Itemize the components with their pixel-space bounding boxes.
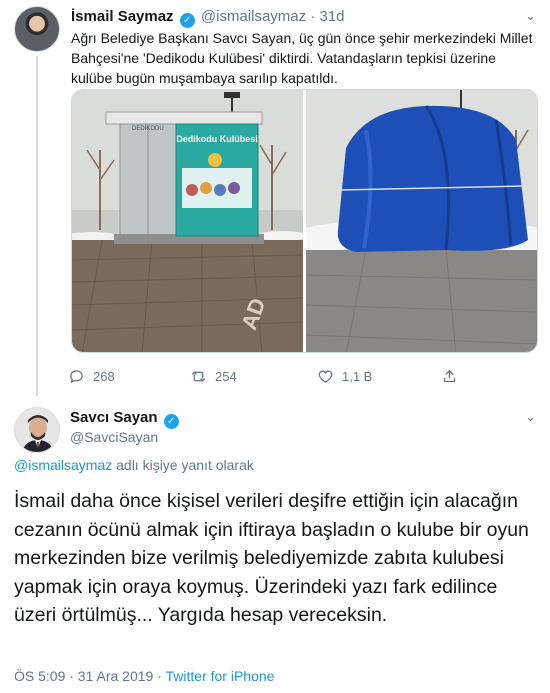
thread-line — [36, 56, 38, 396]
photo-covered-kiosk[interactable] — [306, 90, 537, 352]
chevron-down-icon[interactable]: ⌄ — [525, 409, 536, 425]
retweet-count: 254 — [215, 369, 237, 384]
timestamp[interactable]: ÖS 5:09 · 31 Ara 2019 · — [14, 668, 166, 684]
separator: · — [310, 8, 316, 25]
main-tweet: Savcı Sayan ✓ @SavciSayan ⌄ @ismailsayma… — [0, 395, 550, 693]
tweet-text: Ağrı Belediye Başkanı Savcı Sayan, üç gü… — [71, 30, 533, 86]
tweet-media[interactable]: DEDİKODU Dedikodu Kulübesi AD — [71, 89, 538, 353]
share-icon — [443, 369, 456, 383]
share-button[interactable] — [441, 368, 458, 385]
replying-to: @ismailsaymaz adlı kişiye yanıt olarak — [14, 457, 254, 473]
heart-icon — [318, 370, 333, 383]
tarp-image — [306, 90, 537, 352]
avatar[interactable] — [14, 407, 60, 453]
reply-count: 268 — [93, 369, 115, 384]
avatar[interactable] — [14, 6, 60, 52]
retweet-icon — [191, 371, 206, 382]
author-name[interactable]: Savcı Sayan ✓ — [70, 409, 181, 429]
reply-suffix: adlı kişiye yanıt olarak — [112, 457, 254, 473]
tweet-meta: ÖS 5:09 · 31 Ara 2019 · Twitter for iPho… — [14, 668, 274, 684]
timestamp[interactable]: 31d — [320, 8, 345, 25]
like-button[interactable]: 1,1 B — [317, 368, 372, 385]
photo-kiosk[interactable]: DEDİKODU Dedikodu Kulübesi AD — [72, 90, 303, 352]
kiosk-image: DEDİKODU Dedikodu Kulübesi AD — [72, 90, 303, 352]
reply-mention-link[interactable]: @ismailsaymaz — [14, 457, 112, 473]
tweet-header: İsmail Saymaz ✓ @ismailsaymaz · 31d — [71, 8, 345, 28]
svg-text:Dedikodu Kulübesi: Dedikodu Kulübesi — [176, 134, 258, 144]
svg-text:DEDİKODU: DEDİKODU — [132, 125, 164, 132]
quoted-thread-tweet: İsmail Saymaz ✓ @ismailsaymaz · 31d ⌄ Ağ… — [0, 0, 550, 396]
source-link[interactable]: Twitter for iPhone — [166, 668, 275, 684]
reply-icon — [70, 370, 83, 384]
author-handle[interactable]: @ismailsaymaz — [201, 8, 306, 25]
tweet-text: İsmail daha önce kişisel verileri deşifr… — [14, 490, 529, 626]
verified-badge-icon: ✓ — [179, 13, 195, 28]
retweet-button[interactable]: 254 — [190, 368, 237, 385]
reply-button[interactable]: 268 — [68, 368, 115, 385]
verified-badge-icon: ✓ — [163, 414, 179, 429]
author-handle[interactable]: @SavciSayan — [70, 429, 158, 445]
chevron-down-icon[interactable]: ⌄ — [525, 8, 536, 24]
avatar-image — [15, 408, 59, 452]
like-count: 1,1 B — [342, 369, 373, 384]
author-name[interactable]: İsmail Saymaz — [71, 8, 174, 25]
tweet-actions: 268 254 1,1 B — [68, 368, 468, 388]
author-name-text: Savcı Sayan — [70, 409, 158, 426]
